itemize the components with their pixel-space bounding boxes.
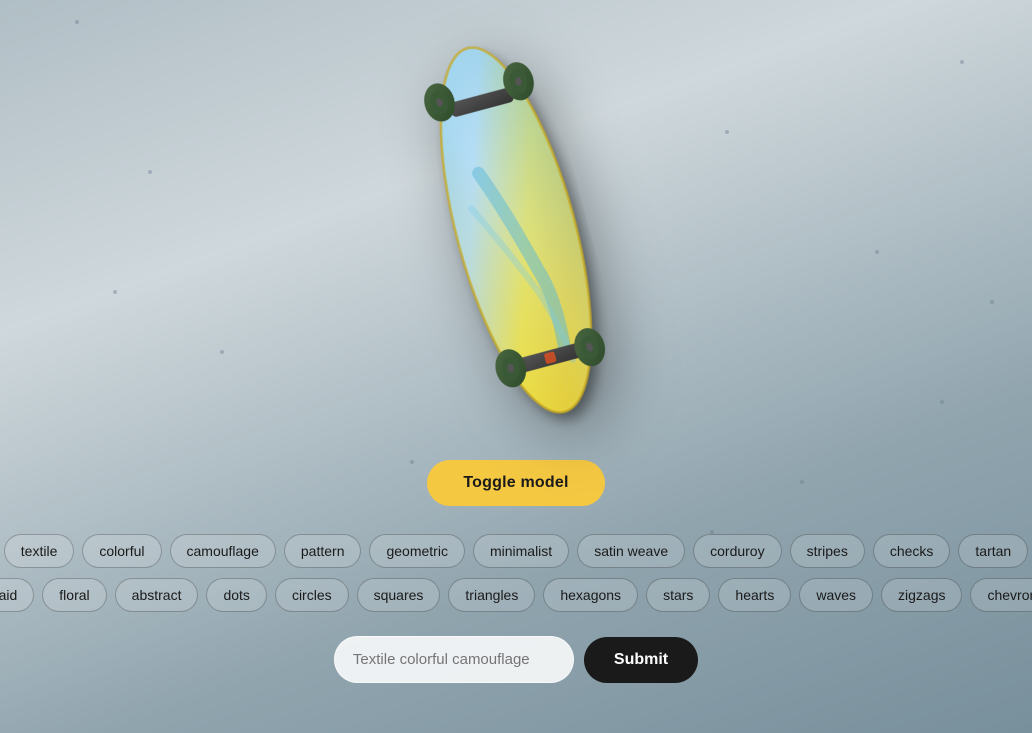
submit-button[interactable]: Submit <box>584 637 698 683</box>
tag-hexagons[interactable]: hexagons <box>543 578 638 612</box>
tag-zigzags[interactable]: zigzags <box>881 578 962 612</box>
tag-plaid[interactable]: plaid <box>0 578 34 612</box>
tag-waves[interactable]: waves <box>799 578 873 612</box>
tag-chevrons[interactable]: chevrons <box>970 578 1032 612</box>
tag-stripes[interactable]: stripes <box>790 534 865 568</box>
tag-geometric[interactable]: geometric <box>369 534 464 568</box>
tag-squares[interactable]: squares <box>357 578 441 612</box>
tag-abstract[interactable]: abstract <box>115 578 199 612</box>
tag-triangles[interactable]: triangles <box>448 578 535 612</box>
input-row: Submit <box>334 636 698 683</box>
tag-dots[interactable]: dots <box>206 578 266 612</box>
tag-camouflage[interactable]: camouflage <box>170 534 276 568</box>
tags-section: textilecolorful camouflagepatterngeometri… <box>0 534 1032 612</box>
tags-row-2: plaidfloral abstractdots circlessquarestri… <box>0 578 1032 612</box>
skateboard-viewport <box>0 0 1032 460</box>
tag-satin-weave[interactable]: satin weave <box>577 534 685 568</box>
skateboard-model <box>253 0 780 493</box>
tag-tartan[interactable]: tartan <box>958 534 1028 568</box>
tag-floral[interactable]: floral <box>42 578 106 612</box>
prompt-input[interactable] <box>334 636 574 683</box>
tag-colorful[interactable]: colorful <box>82 534 161 568</box>
tags-row-1: textilecolorful camouflagepatterngeometri… <box>4 534 1028 568</box>
tag-minimalist[interactable]: minimalist <box>473 534 569 568</box>
tag-corduroy[interactable]: corduroy <box>693 534 781 568</box>
tag-textile[interactable]: textile <box>4 534 75 568</box>
tag-stars[interactable]: stars <box>646 578 710 612</box>
tag-checks[interactable]: checks <box>873 534 951 568</box>
tag-hearts[interactable]: hearts <box>718 578 791 612</box>
tag-pattern[interactable]: pattern <box>284 534 362 568</box>
tag-circles[interactable]: circles <box>275 578 349 612</box>
decorative-dot <box>800 480 804 484</box>
